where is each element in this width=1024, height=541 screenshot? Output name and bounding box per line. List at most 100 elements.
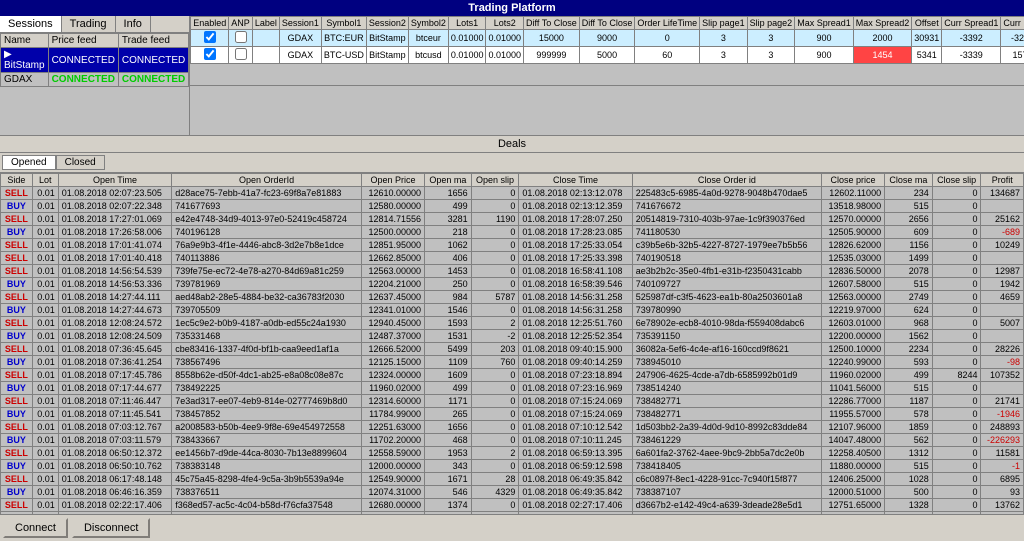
config-enabled[interactable]	[191, 47, 229, 64]
deals-row: SELL 0.01 01.08.2018 02:22:17.406 f368ed…	[1, 499, 1024, 512]
deals-row: BUY 0.01 01.08.2018 07:03:11.579 7384336…	[1, 434, 1024, 447]
config-max-spread1: 900	[795, 30, 854, 47]
config-label	[252, 30, 279, 47]
tab-closed[interactable]: Closed	[56, 155, 105, 170]
deal-close-slip: 0	[932, 239, 981, 252]
config-col-header: Diff To Close	[524, 17, 580, 30]
tab-trading[interactable]: Trading	[62, 16, 116, 32]
tab-sessions[interactable]: Sessions	[0, 16, 62, 32]
deal-close-ma: 2234	[885, 343, 933, 356]
deal-open-price: 12851.95000	[361, 239, 424, 252]
deal-open-time: 01.08.2018 12:08:24.572	[58, 317, 171, 330]
deal-open-order-id: 738376511	[172, 486, 362, 499]
deal-close-slip: 0	[932, 200, 981, 213]
deal-side: SELL	[1, 317, 33, 330]
config-symbol1: BTC-USD	[321, 47, 366, 64]
deal-open-order-id: f368ed57-ac5c-4c04-b58d-f76cfa37548	[172, 499, 362, 512]
deals-col-header: Close price	[822, 174, 885, 187]
config-enabled[interactable]	[191, 30, 229, 47]
deal-open-ma: 3281	[425, 213, 472, 226]
deal-open-order-id: 740196128	[172, 226, 362, 239]
disconnect-button[interactable]: Disconnect	[72, 518, 150, 538]
deal-close-time: 01.08.2018 17:28:23.085	[519, 226, 632, 239]
deal-close-price: 12603.01000	[822, 317, 885, 330]
deals-col-header: Open slip	[471, 174, 519, 187]
config-max-spread2: 2000	[853, 30, 912, 47]
config-session1: GDAX	[279, 47, 321, 64]
deal-open-slip: 0	[471, 239, 519, 252]
deal-profit: 248893	[981, 421, 1024, 434]
deal-profit: 6895	[981, 473, 1024, 486]
deal-close-ma: 2656	[885, 213, 933, 226]
deals-row: BUY 0.01 01.08.2018 07:36:41.254 7385674…	[1, 356, 1024, 369]
deal-open-ma: 1593	[425, 317, 472, 330]
config-order-lifetime: 60	[635, 47, 700, 64]
session-trade-feed: CONNECTED	[118, 48, 188, 73]
deals-col-header: Profit	[981, 174, 1024, 187]
config-label	[252, 47, 279, 64]
config-col-header: Max Spread2	[853, 17, 912, 30]
deal-close-slip: 0	[932, 447, 981, 460]
deal-close-order-id: 36082a-5ef6-4c4e-af16-160ccd9f8621	[632, 343, 821, 356]
deal-lot: 0.01	[32, 447, 58, 460]
deal-close-order-id: 20514819-7310-403b-97ae-1c9f390376ed	[632, 213, 821, 226]
tab-opened[interactable]: Opened	[2, 155, 56, 170]
deal-close-slip: 0	[932, 187, 981, 200]
deal-close-slip: 8244	[932, 369, 981, 382]
deal-close-time: 01.08.2018 07:23:16.969	[519, 382, 632, 395]
deal-open-slip: 1190	[471, 213, 519, 226]
deal-close-time: 01.08.2018 07:15:24.069	[519, 395, 632, 408]
connect-button[interactable]: Connect	[3, 518, 68, 538]
deal-profit: 4659	[981, 291, 1024, 304]
deals-table-container[interactable]: SideLotOpen TimeOpen OrderIdOpen PriceOp…	[0, 173, 1024, 514]
deals-col-header: Open OrderId	[172, 174, 362, 187]
session-trade-feed: CONNECTED	[118, 73, 188, 87]
deal-close-price: 12258.40500	[822, 447, 885, 460]
deal-open-ma: 1656	[425, 421, 472, 434]
deal-side: BUY	[1, 486, 33, 499]
session-row[interactable]: GDAX CONNECTED CONNECTED	[1, 73, 189, 87]
deal-close-time: 01.08.2018 06:59:13.395	[519, 447, 632, 460]
deal-close-order-id: 741180530	[632, 226, 821, 239]
deal-close-price: 12505.90000	[822, 226, 885, 239]
deal-open-ma: 1062	[425, 239, 472, 252]
config-col-header: Symbol2	[408, 17, 448, 30]
deal-close-order-id: 738945010	[632, 356, 821, 369]
deal-close-ma: 609	[885, 226, 933, 239]
deal-open-price: 12324.00000	[361, 369, 424, 382]
deal-close-ma: 593	[885, 356, 933, 369]
deal-close-time: 01.08.2018 06:59:12.598	[519, 460, 632, 473]
deal-open-price: 12666.52000	[361, 343, 424, 356]
deal-open-order-id: 739781969	[172, 278, 362, 291]
deals-row: BUY 0.01 01.08.2018 06:46:16.359 7383765…	[1, 486, 1024, 499]
config-table: EnabledANPLabelSession1Symbol1Session2Sy…	[190, 16, 1024, 64]
deal-profit: 28226	[981, 343, 1024, 356]
deals-col-header: Side	[1, 174, 33, 187]
deals-row: BUY 0.01 01.08.2018 07:17:44.677 7384922…	[1, 382, 1024, 395]
deal-open-slip: 0	[471, 408, 519, 421]
deal-close-order-id: 735391150	[632, 330, 821, 343]
deal-close-price: 12286.77000	[822, 395, 885, 408]
session-row[interactable]: ▶ BitStamp CONNECTED CONNECTED	[1, 48, 189, 73]
deal-open-price: 12940.45000	[361, 317, 424, 330]
deal-close-time: 01.08.2018 07:10:11.245	[519, 434, 632, 447]
config-anp[interactable]	[229, 30, 253, 47]
deal-open-order-id: a2008583-b50b-4ee9-9f8e-69e454972558	[172, 421, 362, 434]
right-area: EnabledANPLabelSession1Symbol1Session2Sy…	[190, 16, 1024, 135]
deal-open-slip: 203	[471, 343, 519, 356]
deal-open-ma: 1374	[425, 499, 472, 512]
deals-col-header: Open Time	[58, 174, 171, 187]
deal-open-order-id: cbe83416-1337-4f0d-bf1b-caa9eed1af1a	[172, 343, 362, 356]
deal-close-slip: 0	[932, 252, 981, 265]
config-col-header: Curr Spread1	[942, 17, 1001, 30]
deal-profit: 12987	[981, 265, 1024, 278]
deals-col-header: Close Time	[519, 174, 632, 187]
config-slip2: 3	[747, 47, 795, 64]
config-anp[interactable]	[229, 47, 253, 64]
deal-close-order-id: 740190518	[632, 252, 821, 265]
deal-open-order-id: 8558b62e-d50f-4dc1-ab25-e8a08c08e87c	[172, 369, 362, 382]
deal-close-order-id: 740109727	[632, 278, 821, 291]
tab-info[interactable]: Info	[116, 16, 151, 32]
deals-col-header: Close ma	[885, 174, 933, 187]
deal-lot: 0.01	[32, 434, 58, 447]
